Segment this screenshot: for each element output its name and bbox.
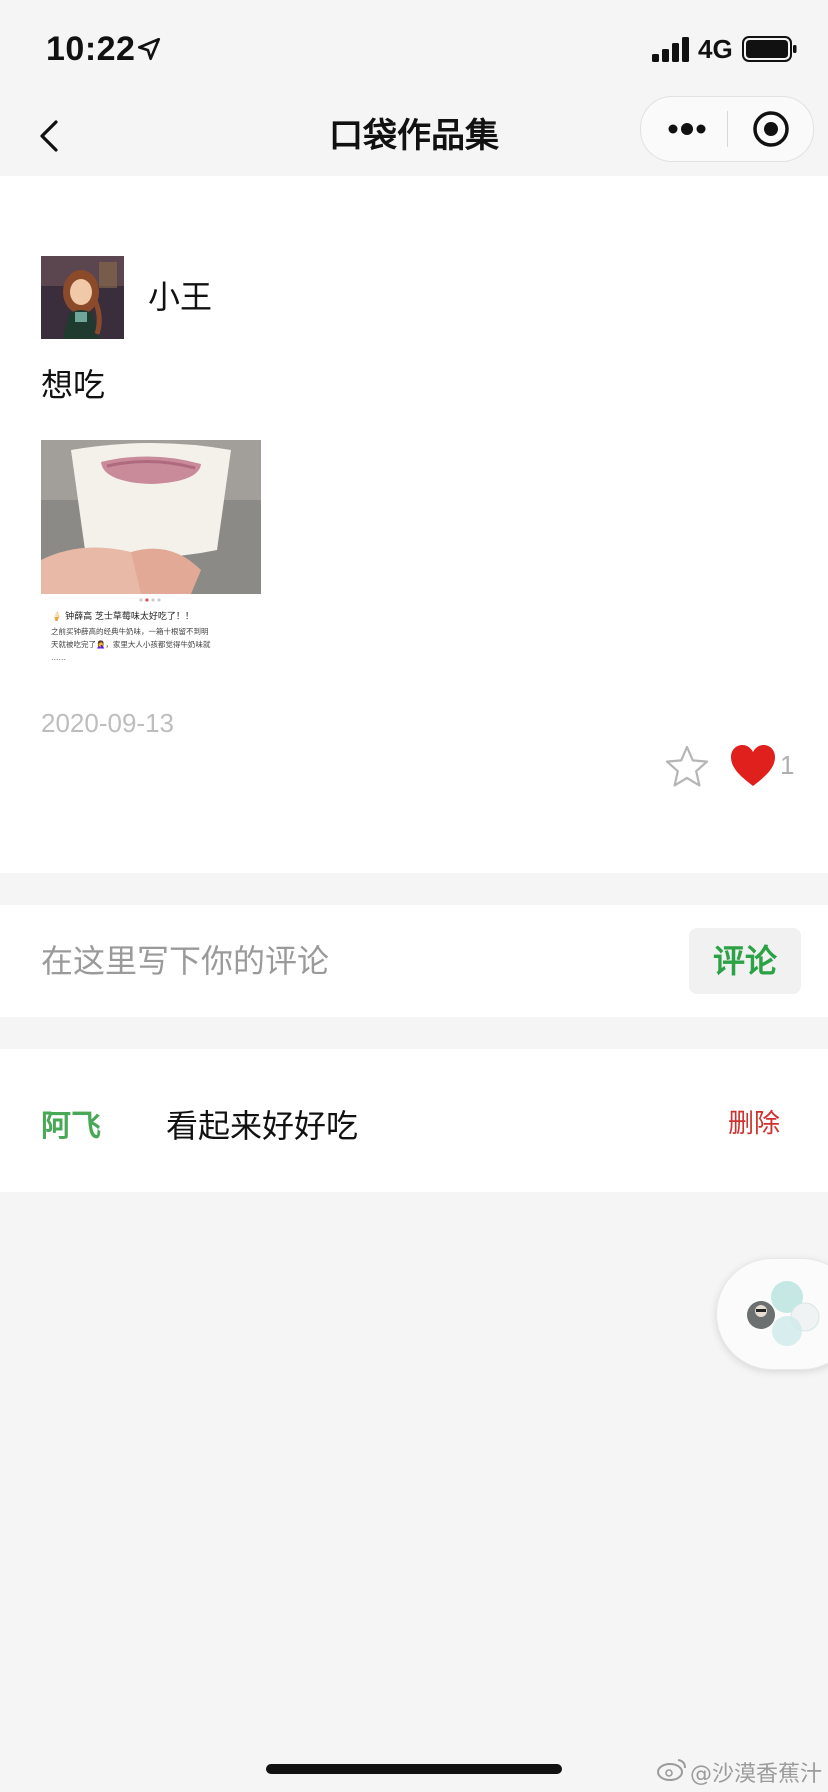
capsule-divider [727, 111, 728, 147]
avatar[interactable] [41, 256, 124, 339]
post-image[interactable]: 🍦 钟薛高 芝士草莓味太好吃了！！ 之前买钟薛高的经典牛奶味，一箱十根留不到明 … [41, 440, 261, 660]
floating-contact-button[interactable] [716, 1258, 828, 1370]
watermark: @沙漠香蕉汁 [690, 1762, 823, 1787]
like-count: 1 [780, 750, 795, 780]
post-date: 2020-09-13 [41, 708, 174, 738]
location-arrow-icon [137, 37, 161, 61]
svg-text:……: …… [51, 653, 66, 660]
post-content: 想吃 [41, 366, 106, 404]
comment-input-bar: 评论 [0, 905, 828, 1017]
svg-text:天就被吃完了🤦‍♀️，家里大人小孩都觉得牛奶味就: 天就被吃完了🤦‍♀️，家里大人小孩都觉得牛奶味就 [51, 639, 211, 649]
navigation-bar: 口袋作品集 [0, 96, 828, 176]
comment-username[interactable]: 阿飞 [41, 1101, 101, 1145]
post-username[interactable]: 小王 [148, 272, 212, 318]
home-indicator[interactable] [266, 1764, 562, 1774]
status-bar: 10:22 4G [0, 0, 828, 96]
comment-text: 看起来好好吃 [166, 1107, 359, 1145]
delete-comment-button[interactable]: 删除 [728, 1103, 780, 1140]
svg-text:之前买钟薛高的经典牛奶味，一箱十根留不到明: 之前买钟薛高的经典牛奶味，一箱十根留不到明 [51, 626, 209, 636]
status-time: 10:22 [46, 30, 136, 68]
signal-bars-icon [652, 37, 689, 62]
svg-text:🍦 钟薛高 芝士草莓味太好吃了！！: 🍦 钟薛高 芝士草莓味太好吃了！！ [51, 610, 194, 622]
comment-list: 阿飞 看起来好好吃 删除 [0, 1049, 828, 1192]
network-type: 4G [698, 34, 733, 64]
battery-icon [742, 36, 797, 62]
mini-program-capsule [640, 96, 814, 162]
weibo-icon [657, 1759, 686, 1781]
submit-comment-button[interactable]: 评论 [689, 928, 801, 994]
target-icon[interactable] [751, 109, 791, 149]
floating-avatars-icon [747, 1281, 820, 1346]
star-icon[interactable] [664, 744, 710, 790]
post-card: 小王 想吃 🍦 钟薛高 芝士草莓味太好吃了！！ 之前买钟薛高的经典牛奶味，一箱十… [0, 176, 828, 873]
comment-input[interactable] [41, 931, 641, 991]
heart-icon[interactable] [730, 744, 776, 788]
more-dots-icon[interactable] [665, 115, 709, 143]
